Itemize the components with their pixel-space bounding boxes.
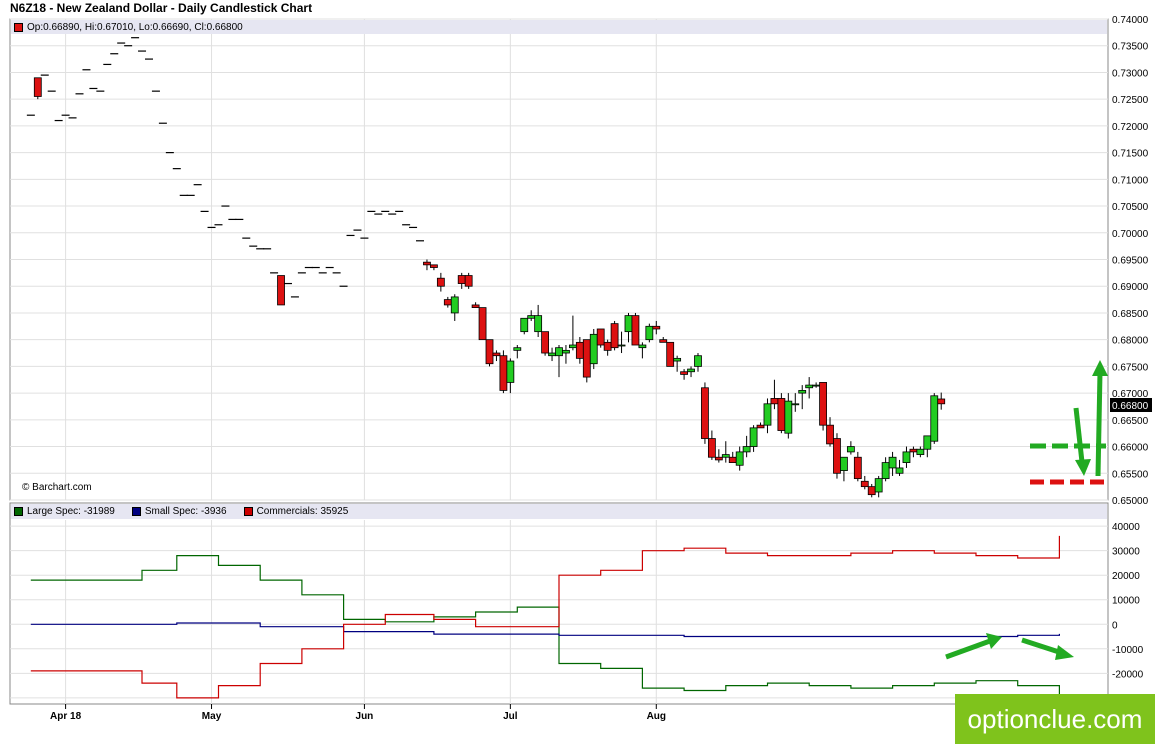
legend-large-spec: Large Spec: -31989 [11,506,115,517]
legend-commercials: Commercials: 35925 [241,506,348,517]
price-tick-label: 0.69000 [1112,282,1149,293]
price-tick-label: 0.68500 [1112,309,1149,320]
price-tick-label: 0.68000 [1112,336,1149,347]
candle [833,433,841,479]
price-tick-label: 0.70000 [1112,229,1149,240]
price-tick-label: 0.71500 [1112,149,1149,160]
price-tick-label: 0.74000 [1112,15,1149,26]
price-tick-label: 0.70500 [1112,202,1149,213]
price-tick-label: 0.73500 [1112,42,1149,53]
x-tick-label: May [202,711,222,722]
cot-tick-label: 20000 [1112,571,1140,582]
x-tick-label: Aug [647,711,666,722]
candle [277,275,285,306]
candle [499,350,508,394]
candle [666,341,675,367]
candle [589,328,598,370]
candle [33,77,42,100]
x-axis: Apr 18 May Jun Jul Aug [50,704,666,722]
candle [464,272,473,289]
price-tick-label: 0.69500 [1112,256,1149,267]
candle [596,328,605,348]
legend-small-spec: Small Spec: -3936 [129,506,227,517]
ohlc-color-box [14,22,23,32]
candle [541,331,550,356]
candle [701,382,709,444]
price-tick-label: 0.66000 [1112,443,1149,454]
candle [645,323,654,343]
cot-tick-label: -20000 [1112,669,1144,680]
candle [777,393,786,434]
candle [478,307,487,341]
cot-tick-label: 0 [1112,620,1118,631]
candle [485,339,494,367]
x-tick-label: Apr 18 [50,711,82,722]
green-arrow-up-icon [1095,371,1103,477]
cot-tick-label: -10000 [1112,645,1144,656]
cot-legend: Large Spec: -31989 Small Spec: -3936 Com… [11,504,1107,519]
candle [930,393,939,444]
price-y-axis: 0.74000 0.73500 0.73000 0.72500 0.72000 0.715… [1112,15,1149,507]
candle [610,320,619,351]
price-tick-label: 0.66500 [1112,416,1149,427]
price-tick-label: 0.72500 [1112,95,1149,106]
cot-tick-label: 30000 [1112,547,1140,558]
ohlc-legend: Op:0.66890, Hi:0.67010, Lo:0.66690, Cl:0… [11,20,1107,34]
candle [631,312,640,346]
price-tick-label: 0.65500 [1112,469,1149,480]
price-tick-label: 0.72000 [1112,122,1149,133]
x-tick-label: Jul [503,711,518,722]
price-tick-label: 0.71000 [1112,175,1149,186]
last-price-label: 0.66800 [1112,401,1149,412]
barchart-credit: © Barchart.com [22,482,92,493]
price-tick-label: 0.65000 [1112,496,1149,507]
chart-canvas: 0.74000 0.73500 0.73000 0.72500 0.72000 0.715… [9,15,1152,722]
ohlc-text: Op:0.66890, Hi:0.67010, Lo:0.66690, Cl:0… [27,21,243,33]
cot-y-axis: 400003000020000100000-10000-20000-30000 [1112,522,1144,705]
candle [520,317,529,335]
cot-tick-label: 40000 [1112,522,1140,533]
price-tick-label: 0.67500 [1112,362,1149,373]
price-tick-label: 0.73000 [1112,68,1149,79]
candle [582,339,591,383]
cot-tick-label: 10000 [1112,596,1140,607]
x-tick-label: Jun [356,711,374,722]
optionclue-watermark[interactable]: optionclue.com [955,694,1155,744]
candle [819,382,827,431]
